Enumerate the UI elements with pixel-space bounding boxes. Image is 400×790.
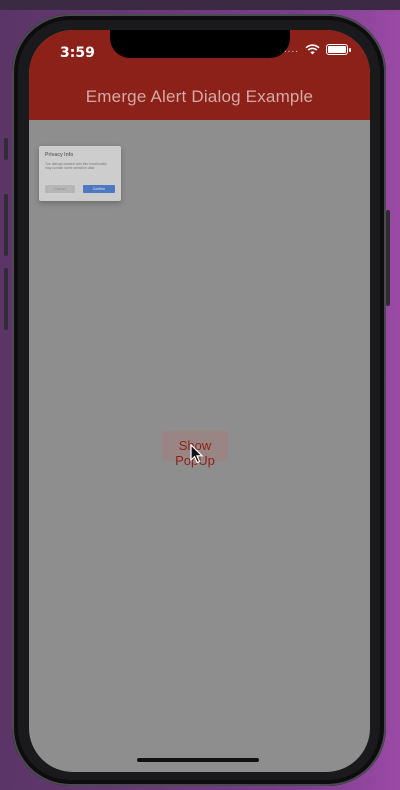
status-time: 3:59 <box>60 45 95 61</box>
signal-icon: .... <box>283 44 299 55</box>
dialog-title: Privacy Info <box>45 152 74 158</box>
notch <box>110 30 290 58</box>
power-button <box>386 210 390 306</box>
battery-icon <box>326 44 351 55</box>
confirm-button[interactable]: Confirm <box>83 185 115 193</box>
volume-up-button <box>4 194 8 256</box>
status-icons: .... <box>283 44 351 55</box>
cancel-button[interactable]: Cancel <box>45 185 75 193</box>
mute-switch <box>4 138 8 160</box>
alert-dialog: Privacy Info The dialogs created with th… <box>39 146 121 201</box>
home-indicator <box>137 758 259 762</box>
wifi-icon <box>305 44 320 55</box>
phone-screen: 3:59 .... Emerge Alert Dialog Example Pr… <box>29 30 370 772</box>
dialog-body: The dialogs created with this functional… <box>45 162 107 171</box>
page-title: Emerge Alert Dialog Example <box>85 87 314 106</box>
window-top-strip <box>0 0 400 10</box>
mouse-pointer-icon <box>190 444 204 464</box>
volume-down-button <box>4 268 8 330</box>
app-bar: 3:59 .... Emerge Alert Dialog Example <box>29 30 370 120</box>
